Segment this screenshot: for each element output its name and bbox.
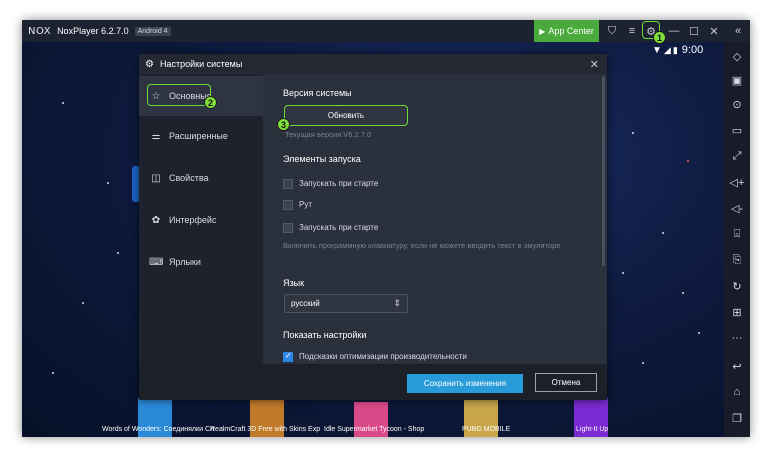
app-label[interactable]: RealmCraft 3D Free with Skins Exp [210,426,320,433]
content-scrollbar[interactable] [602,76,605,266]
checkbox-label: Запускать при старте [299,179,379,188]
fullscreen-icon[interactable]: ⤢ [724,150,750,163]
annotation-badge-2: 2 [204,96,217,109]
chevron-updown-icon: ⇕ [393,298,401,308]
app-label[interactable]: PUBG MOBILE [462,426,510,433]
app-label[interactable]: Words of Wonders: Соединялки Сл [102,426,214,433]
checkbox-label: Запускать при старте [299,223,379,232]
dialog-close-icon[interactable]: ✕ [590,58,599,71]
dialog-footer: Сохранить изменения Отмена [139,364,607,400]
import-icon[interactable]: ⊞ [724,306,750,319]
system-version-title: Версия системы [283,88,352,98]
wifi-icon: ▼ [652,44,662,56]
language-value: русский [291,299,320,308]
current-version: Текущая версия:V6.2.7.0 [285,130,372,139]
app-center-label: App Center [548,26,594,36]
minimize-icon[interactable]: — [664,20,684,42]
nav-item-interface[interactable]: ✿ Интерфейс [139,200,263,240]
app-version: NoxPlayer 6.2.7.0 [57,26,129,36]
recent-apps-icon[interactable]: ❐ [724,412,750,425]
location-icon[interactable]: ⊙ [724,98,750,111]
apk-install-icon[interactable]: ⎘ [724,254,750,267]
collapse-sidebar-icon[interactable]: « [728,20,748,42]
settings-nav: ☆ Основные 2 ⚌ Расширенные ◫ Свойства ✿ … [139,74,263,364]
nav-item-label: Расширенные [169,131,228,141]
close-icon[interactable]: ✕ [704,20,724,42]
app-center-button[interactable]: ▶ App Center [534,20,599,42]
rotate-icon[interactable]: ↻ [724,280,750,293]
checkbox-label: Подсказки оптимизации производительности [299,352,467,361]
language-select[interactable]: русский ⇕ [284,294,408,313]
autostart-checkbox-2[interactable] [283,223,293,233]
optimization-hints-checkbox[interactable] [283,351,293,362]
nox-logo: NOX [28,25,52,37]
nav-item-shortcuts[interactable]: ⌨ Ярлыки [139,242,263,282]
sliders-icon: ⚌ [151,130,161,142]
screen-icon[interactable]: ▭ [724,124,750,137]
dialog-header: ⚙ Настройки системы ✕ [139,54,607,74]
nav-item-label: Ярлыки [169,257,201,267]
keyboard-icon: ⌨ [149,256,164,268]
play-store-icon: ▶ [539,26,546,36]
android-status-bar: ▼ ◢ ▮ 9:00 [652,44,703,56]
show-settings-title: Показать настройки [283,330,367,340]
capture-icon[interactable]: ⌻ [724,228,750,241]
autostart-checkbox[interactable] [283,179,293,189]
battery-icon: ▮ [672,44,678,55]
signal-icon: ◢ [663,44,671,55]
palette-icon: ✿ [151,214,161,226]
back-icon[interactable]: ↩ [724,360,750,373]
clock: 9:00 [681,44,704,56]
system-settings-dialog: ⚙ Настройки системы ✕ ☆ Основные 2 ⚌ Рас… [139,54,607,400]
nav-item-label: Свойства [169,173,209,183]
checkbox-label: Рут [299,200,312,209]
volume-down-icon[interactable]: ◁- [724,202,750,215]
dialog-title: Настройки системы [159,59,243,69]
cancel-button[interactable]: Отмена [535,373,597,392]
language-title: Язык [283,278,305,288]
nav-item-label: Интерфейс [169,215,217,225]
keyboard-hint: Включить программную клавиатуру, если не… [283,241,561,250]
more-icon[interactable]: ··· [724,332,750,344]
settings-gear-icon: ⚙ [145,58,154,70]
tag-icon[interactable]: ◇ [724,50,750,63]
save-changes-button[interactable]: Сохранить изменения [407,374,523,393]
screenshot-icon[interactable]: ▣ [724,74,750,87]
book-icon: ◫ [151,172,161,184]
update-button[interactable]: Обновить [284,105,408,126]
maximize-icon[interactable]: ☐ [684,20,704,42]
home-icon[interactable]: ⌂ [724,386,750,398]
volume-up-icon[interactable]: ◁+ [724,176,750,189]
right-toolbar: ◇ ▣ ⊙ ▭ ⤢ ◁+ ◁- ⌻ ⎘ ↻ ⊞ ··· ↩ ⌂ ❐ [724,42,750,437]
menu-icon[interactable]: ≡ [622,20,642,42]
app-label[interactable]: Light-It Up [576,426,608,433]
app-label[interactable]: Idle Supermarket Tycoon - Shop [324,426,424,433]
nav-item-advanced[interactable]: ⚌ Расширенные [139,116,263,156]
nav-highlight [147,84,211,106]
settings-content: Версия системы Обновить 3 Текущая версия… [263,74,607,364]
android-version-badge: Android 4 [134,26,171,36]
nav-item-properties[interactable]: ◫ Свойства [139,158,263,198]
shirt-icon[interactable]: ⛉ [602,20,622,42]
root-checkbox[interactable] [283,200,293,210]
launch-items-title: Элементы запуска [283,154,361,164]
